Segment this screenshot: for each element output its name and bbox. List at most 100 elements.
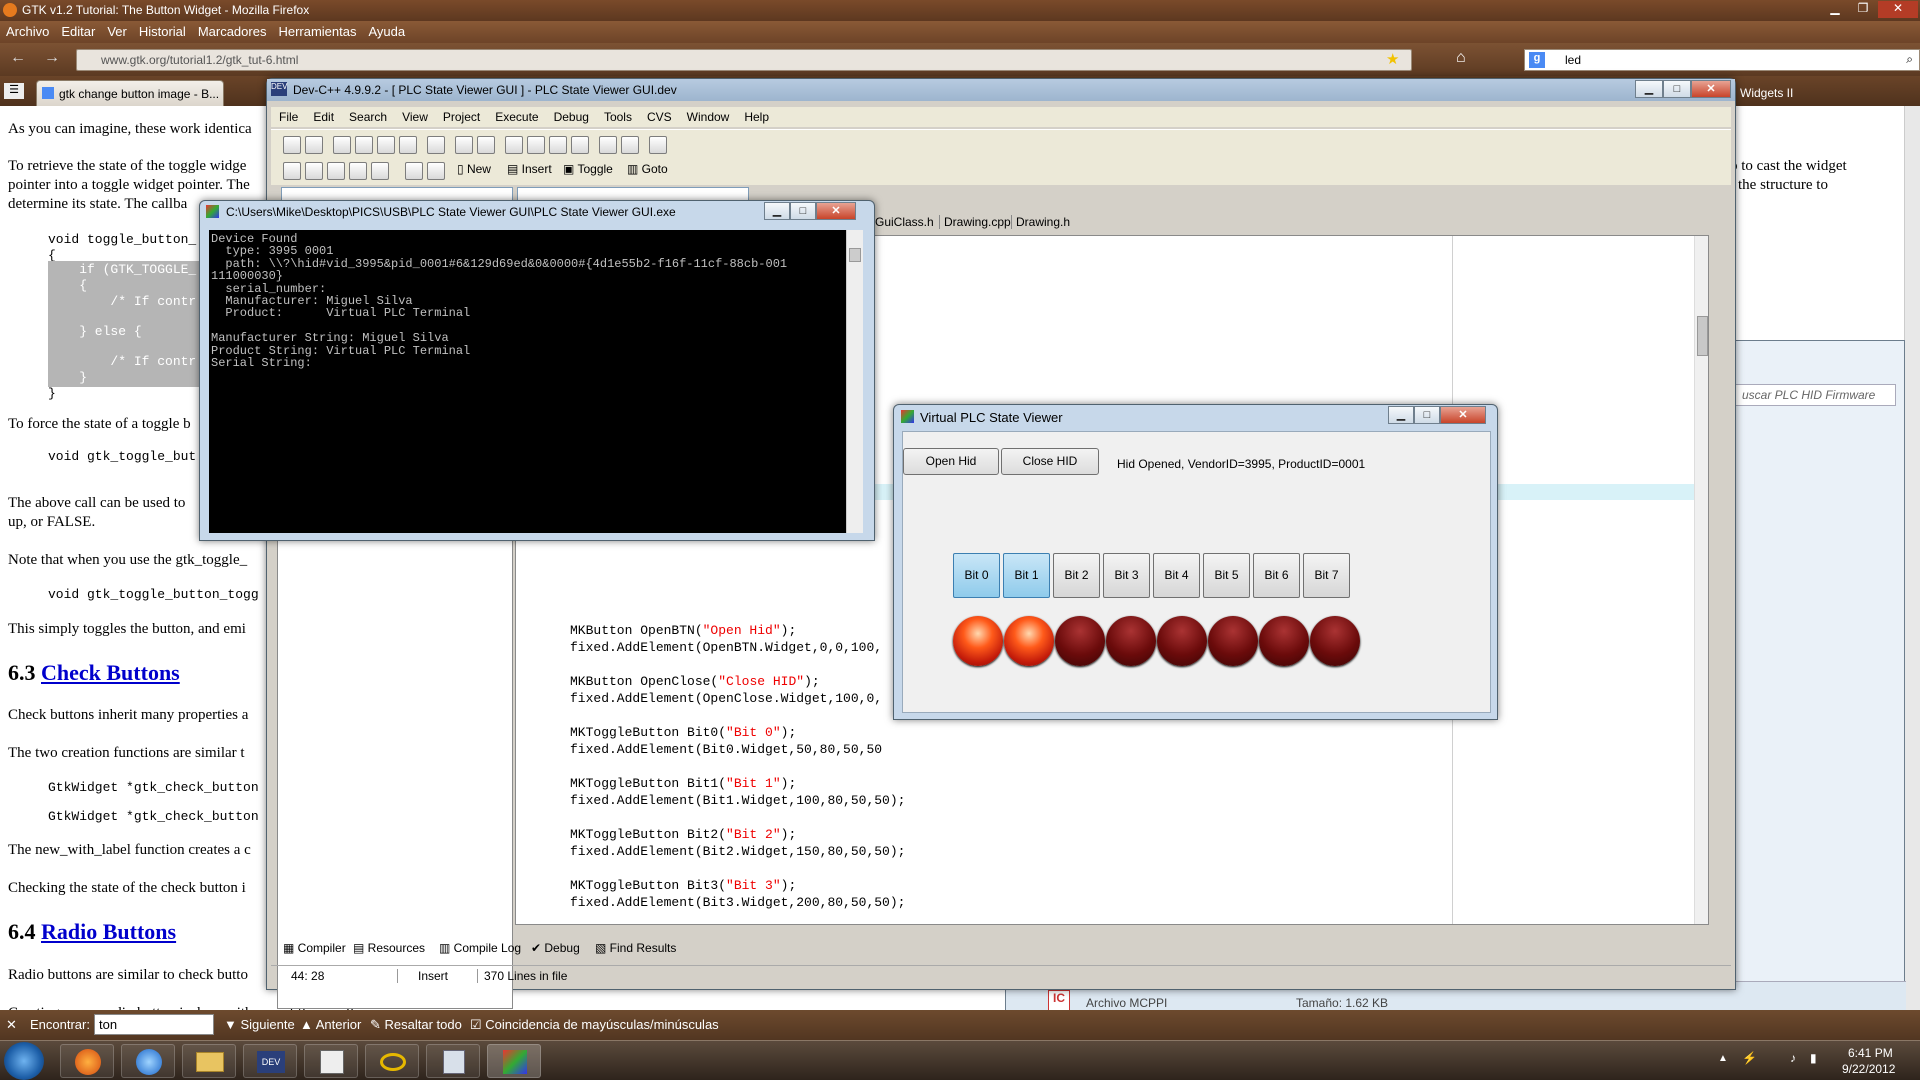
url-bar[interactable]: www.gtk.org/tutorial1.2/gtk_tut-6.html [76,49,1412,71]
page-scrollbar[interactable] [1904,106,1920,1010]
goto-button[interactable]: ▥ Goto [627,162,668,176]
check-icon[interactable] [371,162,389,180]
clock-time[interactable]: 6:41 PM [1848,1046,1893,1060]
minimize-button[interactable]: ▁ [1822,1,1848,18]
bit-toggle-0[interactable]: Bit 0 [953,553,1000,598]
bit-toggle-1[interactable]: Bit 1 [1003,553,1050,598]
menu-archivo[interactable]: Archivo [0,21,55,39]
menu-debug[interactable]: Debug [546,107,596,124]
search-icon[interactable]: ⌕ [1906,52,1913,67]
tab-resources[interactable]: ▤ Resources [353,941,425,955]
new-file-icon[interactable] [333,136,351,154]
open-file-icon[interactable] [305,136,323,154]
close-file-icon[interactable] [399,136,417,154]
close-button[interactable]: ✕ [816,202,856,220]
itunes-task-icon[interactable] [121,1044,175,1078]
console-scrollbar[interactable] [846,230,863,533]
maximize-button[interactable]: □ [1663,80,1691,98]
menu-ver[interactable]: Ver [101,21,133,39]
remove-from-project-icon[interactable] [621,136,639,154]
find-close-icon[interactable]: ✕ [6,1017,17,1033]
maximize-button[interactable]: □ [790,202,816,220]
menu-project[interactable]: Project [435,107,487,124]
bookmark-star-icon[interactable]: ★ [1386,50,1399,68]
editor-scrollbar[interactable] [1694,236,1708,924]
tab-widgets-ii[interactable]: Widgets II [1736,80,1906,106]
tab-compiler[interactable]: ▦ Compiler [283,941,346,955]
bit-toggle-6[interactable]: Bit 6 [1253,553,1300,598]
scroll-thumb[interactable] [849,248,861,262]
start-button[interactable] [4,1042,44,1080]
home-icon[interactable]: ⌂ [1456,49,1466,67]
help-icon[interactable] [405,162,423,180]
menu-cvs[interactable]: CVS [639,107,679,124]
run-icon[interactable] [305,162,323,180]
redo-icon[interactable] [477,136,495,154]
network-icon[interactable]: ▮ [1810,1051,1817,1065]
restore-button[interactable]: ❐ [1850,1,1876,18]
insert-button[interactable]: ▤ Insert [507,162,552,176]
menu-marcadores[interactable]: Marcadores [192,21,273,39]
find-next-icon[interactable] [549,136,567,154]
bit-toggle-7[interactable]: Bit 7 [1303,553,1350,598]
search-input[interactable]: g led ⌕ [1524,49,1920,71]
goto-line-icon[interactable] [571,136,589,154]
highlight-all-button[interactable]: ✎ Resaltar todo [370,1017,462,1033]
add-to-project-icon[interactable] [599,136,617,154]
clock-date[interactable]: 9/22/2012 [1842,1062,1895,1076]
compile-icon[interactable] [283,162,301,180]
menu-execute[interactable]: Execute [487,107,545,124]
forward-icon[interactable]: → [44,49,60,67]
menu-search[interactable]: Search [341,107,394,124]
minimize-button[interactable]: ▁ [1388,406,1414,424]
save-icon[interactable] [355,136,373,154]
volume-icon[interactable]: ♪ [1790,1051,1796,1065]
close-button[interactable]: ✕ [1440,406,1486,424]
rebuild-icon[interactable] [349,162,367,180]
menu-window[interactable]: Window [679,107,737,124]
firefox-task-icon[interactable] [60,1044,114,1078]
devcpp-task-icon[interactable]: DEV [243,1044,297,1078]
minimize-button[interactable]: ▁ [1635,80,1663,98]
close-button[interactable]: ✕ [1691,80,1731,98]
find-icon[interactable] [505,136,523,154]
print-icon[interactable] [427,136,445,154]
bit-toggle-3[interactable]: Bit 3 [1103,553,1150,598]
file-tab[interactable]: Drawing.h [1011,215,1070,229]
maximize-button[interactable]: □ [1414,406,1440,424]
tray-arrow-icon[interactable]: ▲ [1718,1053,1728,1064]
new-button[interactable]: ▯ New [457,162,491,176]
bit-toggle-5[interactable]: Bit 5 [1203,553,1250,598]
undo-icon[interactable] [455,136,473,154]
class-browser-icon[interactable] [649,136,667,154]
menu-editar[interactable]: Editar [55,21,101,39]
toggle-button[interactable]: ▣ Toggle [563,162,613,176]
bit-toggle-2[interactable]: Bit 2 [1053,553,1100,598]
match-case-checkbox[interactable]: ☑ Coincidencia de mayúsculas/minúsculas [470,1017,719,1033]
scroll-thumb[interactable] [1697,316,1708,356]
find-next-button[interactable]: ▼ Siguiente [224,1017,295,1032]
menu-historial[interactable]: Historial [133,21,192,39]
tab-gtk-change[interactable]: gtk change button image - B... [36,80,224,106]
app-task-icon[interactable] [365,1044,419,1078]
open-project-icon[interactable] [283,136,301,154]
minimize-button[interactable]: ▁ [764,202,790,220]
explorer-task-icon[interactable] [182,1044,236,1078]
calculator-task-icon[interactable] [426,1044,480,1078]
menu-edit[interactable]: Edit [305,107,341,124]
open-hid-button[interactable]: Open Hid [903,448,999,475]
find-prev-button[interactable]: ▲ Anterior [300,1017,361,1032]
radio-buttons-link[interactable]: Radio Buttons [41,919,176,944]
tab-find-results[interactable]: ▧ Find Results [595,941,676,955]
menu-file[interactable]: File [271,107,305,124]
menu-view[interactable]: View [394,107,435,124]
back-icon[interactable]: ← [10,49,26,67]
file-tab[interactable]: Drawing.cpp [939,215,1011,229]
menu-help[interactable]: Help [736,107,776,124]
replace-icon[interactable] [527,136,545,154]
close-button[interactable]: ✕ [1878,1,1918,18]
app-task-icon[interactable] [304,1044,358,1078]
bit-toggle-4[interactable]: Bit 4 [1153,553,1200,598]
tab-list-icon[interactable]: ☰ [4,83,24,99]
power-icon[interactable]: ⚡ [1742,1051,1757,1065]
